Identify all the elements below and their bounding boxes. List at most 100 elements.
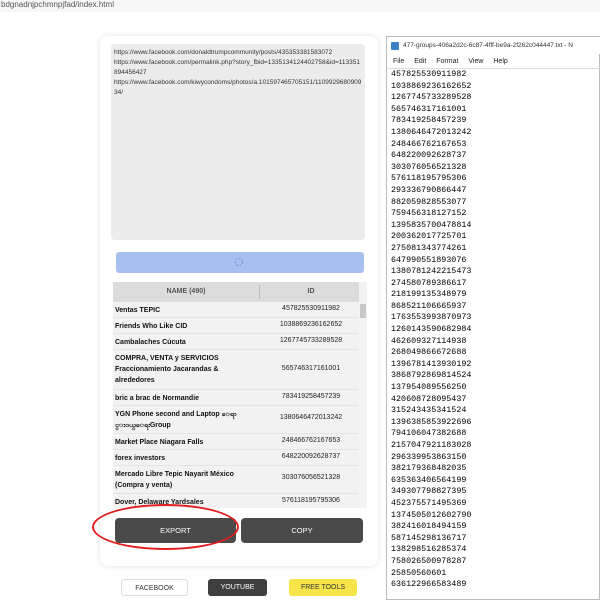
- notepad-line: 349307798827395: [391, 486, 467, 497]
- scrollbar-thumb[interactable]: [360, 304, 366, 318]
- group-name: YGN Phone second and Laptop ေရာင္း၀ယ္ေရး…: [115, 411, 237, 429]
- menu-file[interactable]: File: [393, 58, 404, 65]
- notepad-line: 1396385853922696: [391, 416, 472, 427]
- notepad-line: 2157047921183028: [391, 440, 472, 450]
- notepad-menubar: File Edit Format View Help: [387, 56, 600, 68]
- group-name: Ventas TEPIC: [115, 307, 161, 314]
- table-row[interactable]: Mercado Libre Tepic Nayarit México (Comp…: [113, 466, 359, 494]
- table-row[interactable]: Ventas TEPIC 457825530911982: [113, 302, 359, 318]
- notepad-line: 315243435341524: [391, 405, 467, 416]
- notepad-line: 452375571495369: [391, 497, 467, 508]
- table-scrollbar[interactable]: [359, 302, 367, 508]
- notepad-line: 137954089556250: [391, 382, 467, 393]
- notepad-line: 1763553993870973: [391, 312, 472, 323]
- group-name: bric a brac de Normandie: [115, 395, 200, 402]
- table-row[interactable]: COMPRA, VENTA y SERVICIOS Fraccionamient…: [113, 350, 359, 390]
- notepad-line: 248466762167653: [391, 138, 467, 149]
- menu-view[interactable]: View: [468, 58, 483, 65]
- url-line: https://www.facebook.com/permalink.php?s…: [114, 59, 360, 76]
- table-row[interactable]: YGN Phone second and Laptop ေရာင္း၀ယ္ေရး…: [113, 406, 359, 434]
- notepad-line: 303076056521328: [391, 161, 467, 172]
- notepad-line: 635363406564199: [391, 474, 467, 485]
- notepad-line: 268049866672688: [391, 347, 467, 358]
- notepad-line: 457825530911982: [391, 69, 467, 79]
- group-id: 457825530911982: [282, 305, 340, 312]
- notepad-line: 1380646472013242: [391, 126, 472, 137]
- notepad-line: 200362017725701: [391, 231, 467, 242]
- notepad-line: 576118195795306: [391, 173, 467, 184]
- table-body: Ventas TEPIC 457825530911982 Friends Who…: [113, 302, 359, 508]
- notepad-line: 758026500978287: [391, 555, 467, 566]
- menu-format[interactable]: Format: [436, 58, 458, 65]
- group-id: 1038869236162652: [279, 321, 343, 328]
- column-divider: [259, 285, 260, 299]
- group-name: Friends Who Like CID: [115, 323, 188, 330]
- notepad-text-area[interactable]: 457825530911982 1038869236162652 126774573…: [387, 68, 600, 601]
- notepad-line: 1260143590682984: [391, 324, 472, 335]
- table-row[interactable]: Dover, Delaware Yardsales 57611819579530…: [113, 494, 359, 508]
- notepad-line: 868521106665937: [391, 300, 467, 311]
- free-tools-link[interactable]: FREE TOOLS: [289, 579, 357, 596]
- table-row[interactable]: Cambalaches Cúcuta 1267745733289528: [113, 334, 359, 350]
- group-name: Dover, Delaware Yardsales: [115, 499, 204, 506]
- notepad-line: 218199135348979: [391, 289, 467, 300]
- group-id: 1380646472013242: [279, 414, 343, 421]
- notepad-line: 274580789386617: [391, 277, 467, 288]
- notepad-line: 293336790866447: [391, 184, 467, 195]
- table-row[interactable]: Friends Who Like CID 1038869236162652: [113, 318, 359, 334]
- group-name: Market Place Niagara Falls: [115, 439, 204, 446]
- notepad-line: 565746317161001: [391, 103, 467, 114]
- group-name: forex investors: [115, 455, 166, 462]
- menu-help[interactable]: Help: [493, 58, 507, 65]
- notepad-line: 382416018494159: [391, 521, 467, 532]
- group-name: Cambalaches Cúcuta: [115, 339, 186, 346]
- column-header-id[interactable]: ID: [263, 288, 359, 295]
- column-header-name[interactable]: NAME (490): [113, 288, 259, 295]
- loading-spinner-icon: [234, 257, 244, 267]
- notepad-line: 3868792869814524: [391, 370, 472, 381]
- notepad-line: 587145298136717: [391, 532, 467, 543]
- notepad-line: 382179368482035: [391, 463, 467, 474]
- table-row[interactable]: bric a brac de Normandie 783419258457239: [113, 390, 359, 406]
- notepad-line: 783419258457239: [391, 115, 467, 126]
- copy-button[interactable]: COPY: [241, 518, 363, 543]
- notepad-line: 1395835700478814: [391, 219, 472, 230]
- table-row[interactable]: Market Place Niagara Falls 2484667621676…: [113, 434, 359, 450]
- browser-url[interactable]: bdgnadnjpchmnpjfad/index.html: [0, 0, 600, 12]
- notepad-window: 477-groups-406a2d2c-6c87-4fff-be9a-2f262…: [386, 36, 600, 600]
- youtube-link[interactable]: YOUTUBE: [208, 579, 267, 596]
- table-row[interactable]: forex investors 648220092628737: [113, 450, 359, 466]
- notepad-line: 647990551893076: [391, 254, 467, 265]
- urls-textarea[interactable]: https://www.facebook.com/donaldtrumpcomm…: [111, 44, 365, 240]
- notepad-line: 275081343774261: [391, 242, 467, 253]
- group-id: 565746317161001: [281, 365, 341, 372]
- group-id: 648220092628737: [281, 453, 341, 460]
- notepad-line: 462609327114938: [391, 335, 467, 346]
- group-id: 783419258457239: [281, 393, 341, 400]
- notepad-line: 138298516285374: [391, 544, 467, 555]
- notepad-line: 794106047382688: [391, 428, 467, 439]
- notepad-line: 1374505012602790: [391, 509, 472, 520]
- export-button[interactable]: EXPORT: [115, 518, 236, 543]
- notepad-title: 477-groups-406a2d2c-6c87-4fff-be9a-2f262…: [403, 42, 573, 49]
- notepad-line: 1038869236162652: [391, 80, 472, 91]
- facebook-link[interactable]: FACEBOOK: [121, 579, 188, 596]
- extension-panel: https://www.facebook.com/donaldtrumpcomm…: [100, 36, 378, 566]
- notepad-line: 296339953863150: [391, 451, 467, 462]
- group-id: 248466762167653: [281, 437, 341, 444]
- progress-bar: [116, 252, 364, 273]
- notepad-line: 1267745733289528: [391, 92, 472, 103]
- url-line: https://www.facebook.com/kiwycondoms/pho…: [114, 79, 362, 96]
- notepad-line: 1380781242215473: [391, 266, 472, 277]
- group-name: Mercado Libre Tepic Nayarit México (Comp…: [115, 471, 234, 489]
- notepad-line: 759456318127152: [391, 208, 467, 219]
- groups-table: NAME (490) ID Ventas TEPIC 4578255309119…: [113, 282, 367, 508]
- notepad-line: 636122966583489: [391, 579, 467, 590]
- group-id: 576118195795306: [282, 497, 340, 504]
- notepad-line: 882059828553077: [391, 196, 467, 207]
- group-name: COMPRA, VENTA y SERVICIOS Fraccionamient…: [115, 355, 219, 384]
- notepad-line: 25850560601: [391, 567, 447, 578]
- url-line: https://www.facebook.com/donaldtrumpcomm…: [114, 49, 333, 56]
- menu-edit[interactable]: Edit: [414, 58, 426, 65]
- notepad-titlebar[interactable]: 477-groups-406a2d2c-6c87-4fff-be9a-2f262…: [387, 37, 600, 54]
